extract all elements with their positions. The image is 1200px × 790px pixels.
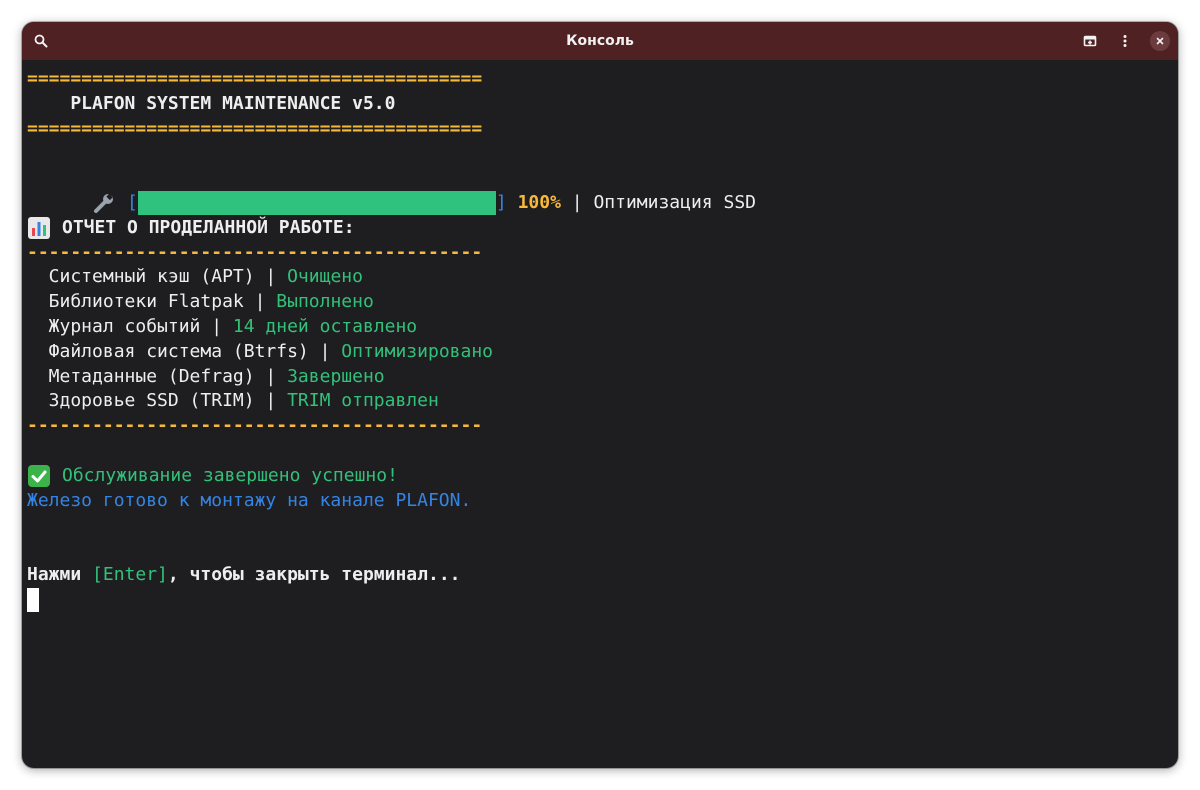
terminal-output[interactable]: ========================================…: [27, 67, 1178, 768]
progress-bar: [137, 190, 496, 215]
report-row-status: Оптимизировано: [341, 340, 493, 362]
report-row-label: Здоровье SSD (TRIM): [27, 390, 255, 412]
new-tab-button[interactable]: [1076, 27, 1104, 55]
progress-bracket-close: ]: [495, 191, 507, 213]
report-row-label: Библиотеки Flatpak: [27, 291, 244, 313]
report-heading: ОТЧЕТ О ПРОДЕЛАННОЙ РАБОТЕ:: [27, 216, 1178, 241]
titlebar: Консоль: [22, 22, 1178, 60]
report-row: Библиотеки Flatpak | Выполнено: [27, 290, 1178, 315]
terminal-window: Консоль ================================…: [22, 22, 1178, 768]
check-mark-icon: [28, 464, 50, 487]
header-title: PLAFON SYSTEM MAINTENANCE v5.0: [27, 92, 396, 114]
report-row: Здоровье SSD (TRIM) | TRIM отправлен: [27, 389, 1178, 414]
text-cursor: [27, 587, 39, 612]
close-prompt: Нажми [Enter], чтобы закрыть терминал...: [27, 563, 1178, 588]
wrench-icon: [94, 193, 114, 213]
report-row-sep: |: [200, 315, 233, 337]
report-row-sep: |: [308, 340, 342, 362]
kebab-menu-icon: [1123, 35, 1127, 47]
report-separator-bottom: ----------------------------------------…: [27, 415, 483, 437]
prompt-suffix: , чтобы закрыть терминал...: [167, 563, 461, 585]
progress-bar-fill: [137, 190, 496, 215]
prompt-key: [Enter]: [92, 563, 168, 585]
main-menu-button[interactable]: [1111, 27, 1139, 55]
header-separator-top: ========================================…: [27, 68, 483, 89]
new-tab-icon: [1083, 35, 1097, 47]
close-icon: [1156, 37, 1164, 45]
report-row-label: Системный кэш (APT): [27, 266, 255, 288]
report-row-status: Завершено: [287, 365, 385, 387]
report-title: ОТЧЕТ О ПРОДЕЛАННОЙ РАБОТЕ:: [62, 216, 355, 238]
progress-task: Оптимизация SSD: [593, 191, 756, 213]
report-row: Метаданные (Defrag) | Завершено: [27, 365, 1178, 390]
cursor-line: [27, 587, 1178, 613]
progress-percent: 100%: [517, 191, 561, 213]
success-message: Обслуживание завершено успешно!: [62, 464, 398, 486]
report-row-status: TRIM отправлен: [287, 390, 439, 412]
report-row-label: Журнал событий: [27, 315, 201, 337]
report-row: Журнал событий | 14 дней оставлено: [27, 315, 1178, 340]
report-row-status: Очищено: [287, 266, 363, 288]
progress-line: [] 100% | Оптимизация SSD: [27, 166, 1178, 215]
report-separator-top: ----------------------------------------…: [27, 241, 483, 263]
report-row-label: Файловая система (Btrfs): [27, 340, 309, 362]
report-row-sep: |: [243, 291, 277, 313]
report-row-sep: |: [254, 365, 288, 387]
report-row-label: Метаданные (Defrag): [27, 365, 255, 387]
report-row-status: 14 дней оставлено: [232, 315, 418, 337]
report-row: Системный кэш (APT) | Очищено: [27, 265, 1178, 290]
header-separator-bottom: ========================================…: [27, 117, 483, 139]
report-row-sep: |: [254, 266, 288, 288]
close-button[interactable]: [1146, 27, 1174, 55]
hardware-ready-message: Железо готово к монтажу на канале PLAFON…: [27, 489, 472, 511]
prompt-prefix: Нажми: [27, 563, 93, 585]
report-row-status: Выполнено: [276, 291, 374, 313]
progress-bracket-open: [: [127, 191, 138, 213]
report-row-sep: |: [254, 390, 288, 412]
success-line: Обслуживание завершено успешно!: [27, 464, 1178, 489]
window-title: Консоль: [566, 33, 634, 49]
report-row: Файловая система (Btrfs) | Оптимизирован…: [27, 340, 1178, 365]
progress-divider: |: [560, 191, 594, 213]
